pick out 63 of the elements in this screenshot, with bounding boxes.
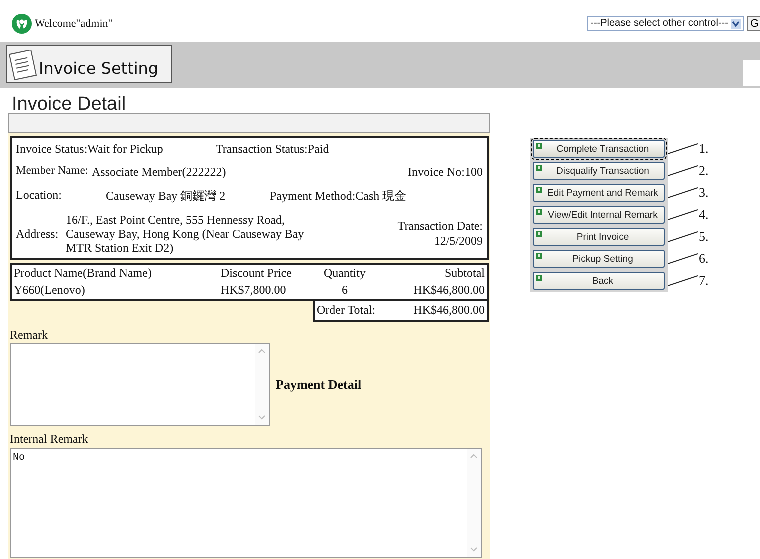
action-button[interactable]: Pickup Setting — [533, 250, 665, 268]
callout-number: 5. — [699, 229, 709, 245]
leader-line — [668, 207, 698, 223]
invoice-status: Invoice Status:Wait for Pickup — [16, 142, 164, 157]
action-button[interactable]: Edit Payment and Remark — [533, 184, 665, 202]
document-icon — [9, 50, 39, 80]
leader-line — [668, 141, 698, 157]
member-name: Associate Member(222222) — [92, 165, 228, 180]
column-header: Subtotal — [376, 264, 488, 282]
transaction-date: 12/5/2009 — [434, 234, 483, 249]
callout-number: 1. — [699, 141, 709, 157]
column-header: Quantity — [312, 264, 377, 282]
small-square-icon — [536, 187, 542, 193]
leader-line — [668, 251, 698, 267]
action-button[interactable]: Disqualify Transaction — [533, 162, 665, 180]
small-square-icon — [536, 275, 542, 281]
action-button[interactable]: Complete Transaction — [533, 140, 665, 158]
payment-method: Payment Method:Cash 現金 — [270, 188, 407, 205]
dropdown-arrow-icon — [731, 18, 742, 28]
page-title: Invoice Setting — [6, 45, 172, 83]
action-button[interactable]: Print Invoice — [533, 228, 665, 246]
field-label: Transaction Date: — [398, 219, 483, 234]
action-button[interactable]: Back — [533, 272, 665, 290]
table-cell: Y660(Lenovo) — [11, 282, 219, 300]
callout-number: 4. — [699, 207, 709, 223]
leader-line — [668, 273, 698, 289]
order-total-value: HK$46,800.00 — [414, 303, 485, 318]
action-button[interactable]: View/Edit Internal Remark — [533, 206, 665, 224]
table-cell: 6 — [312, 282, 377, 300]
section-title: Invoice Detail — [12, 94, 128, 116]
leader-line — [668, 229, 698, 245]
address-value: 16/F., East Point Centre, 555 Hennessy Road, Causeway Bay, Hong Kong (Near Causeway Bay MTR Station Exit D2) — [66, 213, 306, 255]
blank-panel — [743, 60, 760, 86]
callout-number: 7. — [699, 273, 709, 289]
go-button[interactable]: G — [747, 16, 760, 31]
payment-detail-heading: Payment Detail — [276, 376, 362, 392]
field-label: Address: — [16, 226, 60, 242]
logo-icon — [12, 14, 32, 34]
internal-remark-field[interactable]: No — [10, 448, 482, 558]
small-square-icon — [536, 143, 542, 149]
remark-label: Remark — [10, 328, 49, 343]
table-cell: HK$46,800.00 — [376, 282, 488, 300]
column-header: Discount Price — [218, 264, 313, 282]
callout-number: 2. — [699, 163, 709, 179]
field-label: Location: — [16, 188, 63, 204]
remark-field[interactable] — [10, 343, 270, 426]
invoice-number: Invoice No:100 — [408, 165, 483, 180]
welcome-text: Welcome"admin" — [35, 18, 113, 30]
callout-number: 6. — [699, 251, 709, 267]
transaction-status: Transaction Status:Paid — [216, 142, 330, 157]
small-square-icon — [536, 231, 542, 237]
callout-number: 3. — [699, 185, 709, 201]
leader-line — [668, 185, 698, 201]
small-square-icon — [536, 253, 542, 259]
order-total-label: Order Total: — [317, 303, 376, 318]
control-select[interactable]: ---Please select other control--- — [586, 16, 744, 31]
leader-line — [668, 163, 698, 179]
location-value: Causeway Bay 銅鑼灣 2 — [106, 188, 227, 205]
small-square-icon — [536, 165, 542, 171]
small-square-icon — [536, 209, 542, 215]
table-cell: HK$7,800.00 — [218, 282, 313, 300]
internal-remark-label: Internal Remark — [10, 432, 90, 447]
column-header: Product Name(Brand Name) — [11, 264, 219, 282]
